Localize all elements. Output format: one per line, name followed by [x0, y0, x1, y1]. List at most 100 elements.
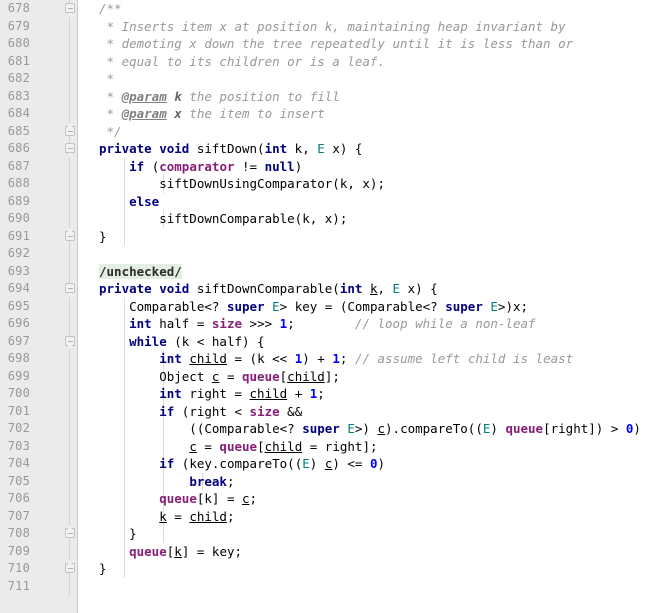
fold-collapse-icon[interactable]: [63, 280, 76, 298]
code-line[interactable]: int half = size >>> 1; // loop while a n…: [78, 315, 655, 333]
gutter-row: 698: [0, 350, 77, 368]
code-token: ): [309, 456, 325, 471]
fold-guide-line: [69, 245, 70, 263]
code-line[interactable]: * @param k the position to fill: [78, 88, 655, 106]
code-line[interactable]: }: [78, 525, 655, 543]
fold-collapse-icon[interactable]: [63, 0, 76, 18]
code-token: else: [129, 193, 160, 209]
code-line[interactable]: }: [78, 560, 655, 578]
code-token: /**: [99, 1, 122, 16]
code-line[interactable]: * @param x the item to insert: [78, 105, 655, 123]
code-line[interactable]: siftDownUsingComparator(k, x);: [78, 175, 655, 193]
code-line[interactable]: queue[k] = key;: [78, 543, 655, 561]
code-line[interactable]: private void siftDown(int k, E x) {: [78, 140, 655, 158]
code-line[interactable]: * equal to its children or is a leaf.: [78, 53, 655, 71]
fold-collapse-icon[interactable]: [63, 140, 76, 158]
code-line[interactable]: break;: [78, 473, 655, 491]
gutter-row: 702: [0, 420, 77, 438]
code-token: c: [377, 421, 386, 436]
code-token: k: [174, 88, 182, 104]
code-line[interactable]: while (k < half) {: [78, 333, 655, 351]
code-token: ;: [226, 473, 235, 489]
code-token: queue: [129, 543, 167, 559]
fold-end-icon[interactable]: [63, 525, 76, 543]
line-number: 702: [7, 421, 30, 435]
gutter-row: 697: [0, 332, 77, 350]
gutter-row: 680: [0, 35, 77, 53]
code-token: size: [249, 403, 280, 419]
fold-end-icon[interactable]: [63, 560, 76, 578]
line-number: 705: [7, 473, 30, 488]
fold-guide-line: [69, 157, 70, 175]
fold-column-cell[interactable]: [63, 227, 76, 246]
code-line[interactable]: *: [78, 70, 655, 88]
fold-column-cell[interactable]: [63, 560, 76, 578]
fold-collapse-icon[interactable]: [63, 333, 76, 350]
fold-column-cell[interactable]: [63, 122, 76, 141]
code-line[interactable]: * Inserts item x at position k, maintain…: [78, 18, 655, 36]
fold-end-icon[interactable]: [63, 227, 76, 246]
gutter-row: 709: [0, 542, 77, 560]
code-editor[interactable]: 678 679 680 681 682 683 684 685 686 687 688 689 690 6…: [0, 0, 655, 613]
fold-box-icon[interactable]: [64, 335, 75, 346]
code-line[interactable]: }: [78, 228, 655, 246]
code-line[interactable]: [78, 245, 655, 263]
fold-column-cell[interactable]: [63, 280, 76, 298]
fold-box-icon[interactable]: [64, 3, 75, 13]
code-token: int: [129, 316, 152, 331]
code-line[interactable]: /unchecked/: [78, 263, 655, 281]
code-line[interactable]: */: [78, 123, 655, 141]
code-line[interactable]: siftDownComparable(k, x);: [78, 210, 655, 228]
fold-column-cell: [63, 297, 76, 315]
code-area[interactable]: /** * Inserts item x at position k, main…: [78, 0, 655, 613]
code-line[interactable]: k = child;: [78, 508, 655, 526]
code-line[interactable]: if (comparator != null): [78, 158, 655, 176]
code-line[interactable]: int right = child + 1;: [78, 385, 655, 403]
fold-end-icon[interactable]: [63, 122, 76, 141]
code-token: x: [174, 106, 182, 121]
code-line[interactable]: if (right < size &&: [78, 403, 655, 421]
fold-box-icon[interactable]: [64, 143, 75, 153]
code-token: E: [317, 141, 325, 156]
code-line[interactable]: /**: [78, 0, 655, 18]
gutter-row: 687: [0, 157, 77, 175]
code-line[interactable]: * demoting x down the tree repeatedly un…: [78, 35, 655, 53]
fold-column-cell[interactable]: [63, 0, 76, 18]
fold-guide-line: [69, 87, 70, 105]
code-token: child: [189, 508, 227, 524]
code-token: queue: [505, 421, 544, 436]
code-line[interactable]: [78, 578, 655, 596]
line-number: 700: [7, 386, 30, 400]
code-line[interactable]: Comparable<? super E> key = (Comparable<…: [78, 298, 655, 316]
fold-column-cell[interactable]: [63, 525, 76, 543]
code-token: 1: [332, 351, 340, 366]
fold-column-cell[interactable]: [63, 140, 76, 158]
code-line[interactable]: int child = (k << 1) + 1; // assume left…: [78, 350, 655, 368]
fold-guide-line: [69, 52, 70, 70]
code-token: int: [264, 141, 288, 156]
line-number: 710: [7, 561, 30, 575]
gutter-row: 708: [0, 525, 77, 543]
fold-column-cell[interactable]: [63, 332, 76, 350]
code-line[interactable]: private void siftDownComparable(int k, E…: [78, 280, 655, 298]
code-line[interactable]: if (key.compareTo((E) c) <= 0): [78, 455, 655, 473]
fold-guide-line: [69, 70, 70, 88]
line-number: 692: [7, 246, 30, 260]
code-line[interactable]: ((Comparable<? super E>) c).compareTo((E…: [78, 420, 655, 438]
fold-guide-line: [69, 262, 70, 280]
code-token: siftDownUsingComparator(k, x);: [99, 176, 385, 191]
code-line[interactable]: c = queue[child = right];: [78, 438, 655, 456]
code-token: Comparable<?: [99, 298, 227, 314]
gutter-row: 704: [0, 455, 77, 473]
editor-gutter[interactable]: 678 679 680 681 682 683 684 685 686 687 688 689 690 6…: [0, 0, 78, 613]
code-line[interactable]: queue[k] = c;: [78, 490, 655, 508]
code-line[interactable]: Object c = queue[child];: [78, 368, 655, 386]
gutter-row: 694: [0, 280, 77, 298]
fold-box-icon[interactable]: [64, 283, 75, 293]
code-line[interactable]: else: [78, 193, 655, 211]
